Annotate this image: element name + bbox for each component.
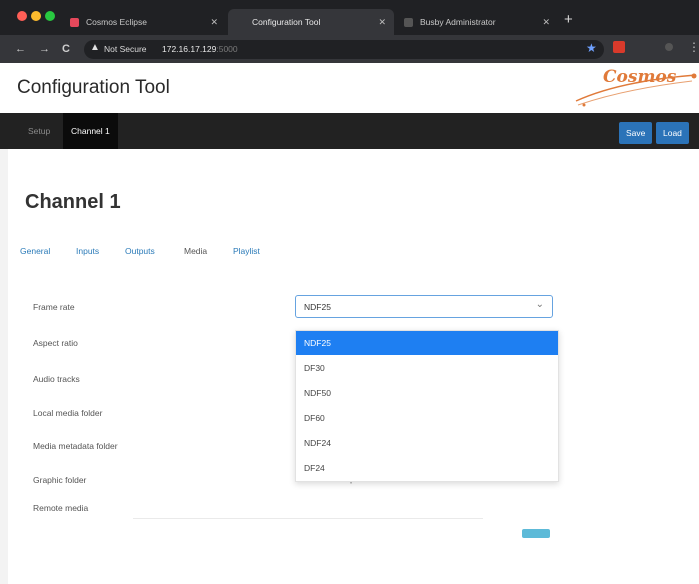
option-ndf24[interactable]: NDF24 <box>296 431 558 455</box>
top-navbar: Setup Channel 1 Save Load <box>0 113 699 149</box>
close-tab-icon[interactable]: ✕ <box>542 9 550 35</box>
close-tab-icon[interactable]: ✕ <box>378 9 386 35</box>
media-metadata-folder-label: Media metadata folder <box>33 441 118 451</box>
aspect-ratio-label: Aspect ratio <box>33 338 78 348</box>
address-bar[interactable]: ▲ Not Secure 172.16.17.129:5000 <box>84 40 604 59</box>
tab-title: Configuration Tool <box>252 17 321 27</box>
tab-inputs[interactable]: Inputs <box>76 246 99 256</box>
maximize-window-icon[interactable] <box>45 11 55 21</box>
option-df60[interactable]: DF60 <box>296 406 558 430</box>
back-arrow-icon[interactable]: ← <box>15 42 26 56</box>
extension-icon[interactable] <box>613 41 625 53</box>
bookmark-star-icon[interactable]: ★ <box>586 41 597 55</box>
small-action-button[interactable] <box>522 529 550 538</box>
warning-icon: ▲ <box>90 42 100 53</box>
page-title: Channel 1 <box>25 191 121 213</box>
option-ndf25[interactable]: NDF25 <box>296 331 558 355</box>
cosmos-favicon-icon <box>70 18 79 27</box>
remote-media-label: Remote media <box>33 503 89 513</box>
frame-rate-selected-value: NDF25 <box>304 302 331 312</box>
new-tab-icon[interactable]: + <box>564 9 573 31</box>
close-tab-icon[interactable]: ✕ <box>210 9 218 35</box>
close-window-icon[interactable] <box>17 11 27 21</box>
minimize-window-icon[interactable] <box>31 11 41 21</box>
tab-general[interactable]: General <box>20 246 50 256</box>
logo-text: Cosmos <box>603 67 677 87</box>
graphic-folder-label: Graphic folder <box>33 475 87 485</box>
nav-tab-channel-1[interactable]: Channel 1 <box>63 113 118 149</box>
chevron-down-icon: ⌄ <box>535 299 544 310</box>
tab-title: Busby Administrator <box>420 17 496 27</box>
tab-media[interactable]: Media <box>184 246 207 256</box>
frame-rate-label: Frame rate <box>33 302 75 312</box>
browser-toolbar: ← → C ▲ Not Secure 172.16.17.129:5000 ★ … <box>0 35 699 63</box>
reload-icon[interactable]: C <box>62 42 70 56</box>
security-label: Not Secure <box>104 44 147 54</box>
audio-tracks-label: Audio tracks <box>33 374 80 384</box>
browser-tab-strip: Cosmos Eclipse ✕ Configuration Tool ✕ Bu… <box>0 0 699 35</box>
cosmos-logo: Cosmos <box>570 67 699 111</box>
url-host: 172.16.17.129 <box>162 44 217 54</box>
option-df24[interactable]: DF24 <box>296 456 558 480</box>
remote-media-field[interactable] <box>133 518 483 519</box>
page-favicon-icon <box>404 18 413 27</box>
load-button[interactable]: Load <box>656 122 689 144</box>
option-ndf50[interactable]: NDF50 <box>296 381 558 405</box>
url-text: 172.16.17.129:5000 <box>162 44 238 54</box>
app-title: Configuration Tool <box>17 77 170 98</box>
frame-rate-select[interactable]: NDF25 ⌄ <box>295 295 553 318</box>
browser-tab-configuration-tool[interactable]: Configuration Tool ✕ <box>228 9 394 35</box>
browser-tab-cosmos-eclipse[interactable]: Cosmos Eclipse ✕ <box>62 9 226 35</box>
forward-arrow-icon[interactable]: → <box>39 42 50 56</box>
tab-outputs[interactable]: Outputs <box>125 246 155 256</box>
app-header: Configuration Tool Cosmos <box>0 63 699 113</box>
save-button[interactable]: Save <box>619 122 653 144</box>
tab-playlist[interactable]: Playlist <box>233 246 260 256</box>
frame-rate-dropdown-list: NDF25 DF30 NDF50 DF60 NDF24 DF24 <box>295 330 559 482</box>
option-df30[interactable]: DF30 <box>296 356 558 380</box>
profile-icon[interactable] <box>665 43 673 51</box>
app-viewport: Configuration Tool Cosmos Setup Channel … <box>0 63 699 584</box>
browser-menu-icon[interactable]: ⋮ <box>688 40 699 54</box>
browser-tab-busby-administrator[interactable]: Busby Administrator ✕ <box>396 9 558 35</box>
local-media-folder-label: Local media folder <box>33 408 103 418</box>
tab-title: Cosmos Eclipse <box>86 17 147 27</box>
nav-tab-setup[interactable]: Setup <box>20 113 58 149</box>
url-port: :5000 <box>216 44 238 54</box>
